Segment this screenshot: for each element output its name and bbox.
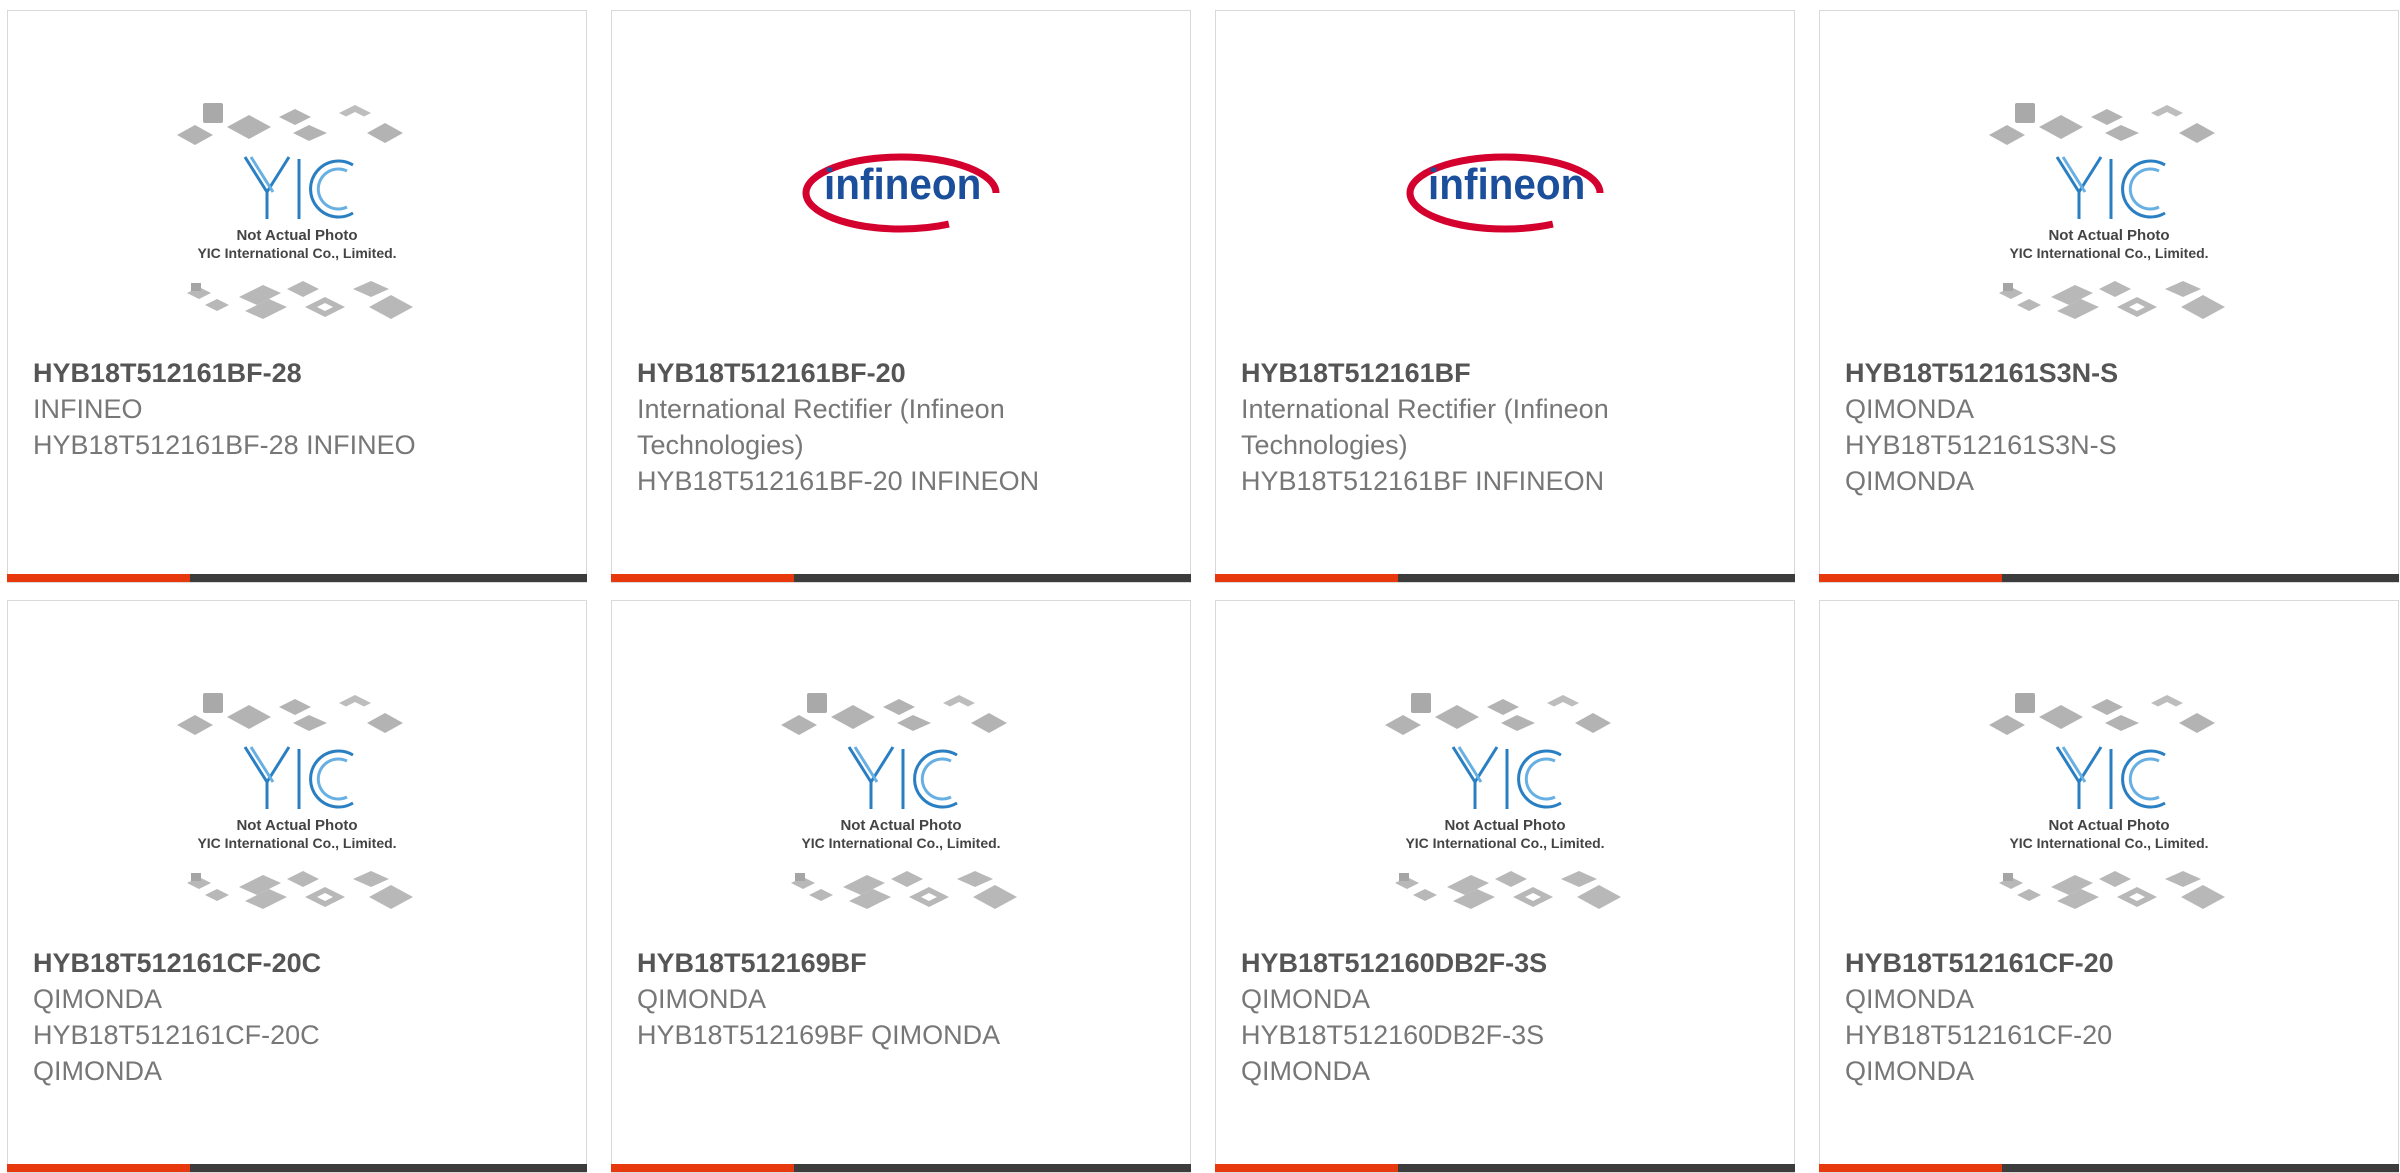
part-number-link[interactable]: HYB18T512161BF <box>1241 355 1761 391</box>
description-text: Technologies) <box>1241 430 1408 460</box>
product-info: HYB18T512161S3N-S QIMONDA HYB18T512161S3N-… <box>1845 355 2365 499</box>
svg-text:YIC International Co., Limited: YIC International Co., Limited. <box>197 245 396 261</box>
product-card[interactable]: Not Actual Photo YIC International Co., … <box>7 600 587 1173</box>
infineon-logo-image: infineon <box>1406 153 1604 233</box>
product-image[interactable]: Not Actual Photo YIC International Co., … <box>1820 687 2398 943</box>
part-number-link[interactable]: HYB18T512161BF-28 <box>33 355 553 391</box>
product-info: HYB18T512160DB2F-3S QIMONDA HYB18T512160DB… <box>1241 945 1761 1089</box>
product-info: HYB18T512161CF-20C QIMONDA HYB18T512161CF-… <box>33 945 553 1089</box>
product-info: HYB18T512161BF-28 INFINEO HYB18T512161BF-2… <box>33 355 553 463</box>
product-grid: Not Actual Photo YIC International Co., … <box>0 0 2400 1173</box>
description-text: Technologies) <box>637 430 804 460</box>
product-info: HYB18T512161CF-20 QIMONDA HYB18T512161CF-2… <box>1845 945 2365 1089</box>
svg-text:Not Actual Photo: Not Actual Photo <box>236 227 357 244</box>
card-bottom-bar <box>1819 1164 2399 1172</box>
manufacturer-text: International Rectifier (Infineon <box>637 394 1005 424</box>
product-image[interactable]: infineon <box>1216 97 1794 353</box>
product-card[interactable]: Not Actual Photo YIC International Co., … <box>1819 10 2399 583</box>
svg-text:Not Actual Photo: Not Actual Photo <box>840 817 961 834</box>
svg-text:infineon: infineon <box>824 159 981 208</box>
card-bottom-bar <box>1215 574 1795 582</box>
card-bottom-bar <box>611 574 1191 582</box>
manufacturer-text: QIMONDA <box>637 984 767 1014</box>
product-image[interactable]: Not Actual Photo YIC International Co., … <box>1216 687 1794 943</box>
product-image[interactable]: Not Actual Photo YIC International Co., … <box>8 97 586 353</box>
product-image[interactable]: Not Actual Photo YIC International Co., … <box>1820 97 2398 353</box>
yic-logo-icon <box>243 156 354 219</box>
description-text: HYB18T512161S3N-S <box>1845 430 2117 460</box>
svg-text:Not Actual Photo: Not Actual Photo <box>2048 817 2169 834</box>
card-accent-bar <box>1819 1164 2002 1172</box>
not-actual-photo-image: Not Actual Photo YIC International Co., … <box>177 693 413 909</box>
card-accent-bar <box>1215 1164 1398 1172</box>
not-actual-photo-image: Not Actual Photo YIC International Co., … <box>1385 693 1621 909</box>
svg-text:YIC International Co., Limited: YIC International Co., Limited. <box>2009 245 2208 261</box>
card-bottom-bar <box>1215 1164 1795 1172</box>
description-text: HYB18T512161CF-20C <box>33 1020 320 1050</box>
card-accent-bar <box>611 1164 794 1172</box>
product-image[interactable]: infineon <box>612 97 1190 353</box>
part-number-link[interactable]: HYB18T512161S3N-S <box>1845 355 2365 391</box>
product-image[interactable]: Not Actual Photo YIC International Co., … <box>612 687 1190 943</box>
description-text: HYB18T512161BF-20 INFINEON <box>637 466 1040 496</box>
part-number-link[interactable]: HYB18T512161BF-20 <box>637 355 1157 391</box>
svg-text:YIC International Co., Limited: YIC International Co., Limited. <box>197 835 396 851</box>
description-text: HYB18T512161BF INFINEON <box>1241 466 1605 496</box>
product-card[interactable]: Not Actual Photo YIC International Co., … <box>611 600 1191 1173</box>
svg-text:YIC International Co., Limited: YIC International Co., Limited. <box>2009 835 2208 851</box>
product-image[interactable]: Not Actual Photo YIC International Co., … <box>8 687 586 943</box>
not-actual-photo-image: Not Actual Photo YIC International Co., … <box>1989 693 2225 909</box>
description-text: QIMONDA <box>1845 466 1975 496</box>
card-bottom-bar <box>7 1164 587 1172</box>
svg-text:YIC International Co., Limited: YIC International Co., Limited. <box>801 835 1000 851</box>
yic-logo-icon <box>2055 746 2166 809</box>
card-accent-bar <box>7 574 190 582</box>
description-text: HYB18T512160DB2F-3S <box>1241 1020 1545 1050</box>
description-text: HYB18T512161BF-28 INFINEO <box>33 430 416 460</box>
description-text: HYB18T512161CF-20 <box>1845 1020 2113 1050</box>
product-info: HYB18T512169BF QIMONDA HYB18T512169BF QIMO… <box>637 945 1157 1053</box>
svg-text:infineon: infineon <box>1428 159 1585 208</box>
svg-text:Not Actual Photo: Not Actual Photo <box>236 817 357 834</box>
manufacturer-text: International Rectifier (Infineon <box>1241 394 1609 424</box>
manufacturer-text: INFINEO <box>33 394 143 424</box>
yic-logo-icon <box>2055 156 2166 219</box>
part-number-link[interactable]: HYB18T512160DB2F-3S <box>1241 945 1761 981</box>
product-card[interactable]: Not Actual Photo YIC International Co., … <box>1215 600 1795 1173</box>
not-actual-photo-image: Not Actual Photo YIC International Co., … <box>1989 103 2225 319</box>
card-bottom-bar <box>7 574 587 582</box>
card-bottom-bar <box>1819 574 2399 582</box>
description-text: QIMONDA <box>1845 1056 1975 1086</box>
card-accent-bar <box>1215 574 1398 582</box>
yic-logo-icon <box>847 746 958 809</box>
svg-text:YIC International Co., Limited: YIC International Co., Limited. <box>1405 835 1604 851</box>
product-card[interactable]: infineon HYB18T512161BF International Rec… <box>1215 10 1795 583</box>
product-info: HYB18T512161BF-20 International Rectifier… <box>637 355 1157 499</box>
svg-text:Not Actual Photo: Not Actual Photo <box>1444 817 1565 834</box>
description-text: HYB18T512169BF QIMONDA <box>637 1020 1001 1050</box>
part-number-link[interactable]: HYB18T512161CF-20 <box>1845 945 2365 981</box>
part-number-link[interactable]: HYB18T512169BF <box>637 945 1157 981</box>
yic-logo-icon <box>243 746 354 809</box>
description-text: QIMONDA <box>33 1056 163 1086</box>
product-card[interactable]: Not Actual Photo YIC International Co., … <box>7 10 587 583</box>
card-bottom-bar <box>611 1164 1191 1172</box>
part-number-link[interactable]: HYB18T512161CF-20C <box>33 945 553 981</box>
yic-logo-icon <box>1451 746 1562 809</box>
manufacturer-text: QIMONDA <box>1845 984 1975 1014</box>
card-accent-bar <box>1819 574 2002 582</box>
product-card[interactable]: infineon HYB18T512161BF-20 International … <box>611 10 1191 583</box>
product-info: HYB18T512161BF International Rectifier (I… <box>1241 355 1761 499</box>
card-accent-bar <box>611 574 794 582</box>
card-accent-bar <box>7 1164 190 1172</box>
description-text: QIMONDA <box>1241 1056 1371 1086</box>
manufacturer-text: QIMONDA <box>1845 394 1975 424</box>
not-actual-photo-image: Not Actual Photo YIC International Co., … <box>177 103 413 319</box>
manufacturer-text: QIMONDA <box>33 984 163 1014</box>
infineon-logo-image: infineon <box>802 153 1000 233</box>
svg-text:Not Actual Photo: Not Actual Photo <box>2048 227 2169 244</box>
not-actual-photo-image: Not Actual Photo YIC International Co., … <box>781 693 1017 909</box>
product-card[interactable]: Not Actual Photo YIC International Co., … <box>1819 600 2399 1173</box>
manufacturer-text: QIMONDA <box>1241 984 1371 1014</box>
